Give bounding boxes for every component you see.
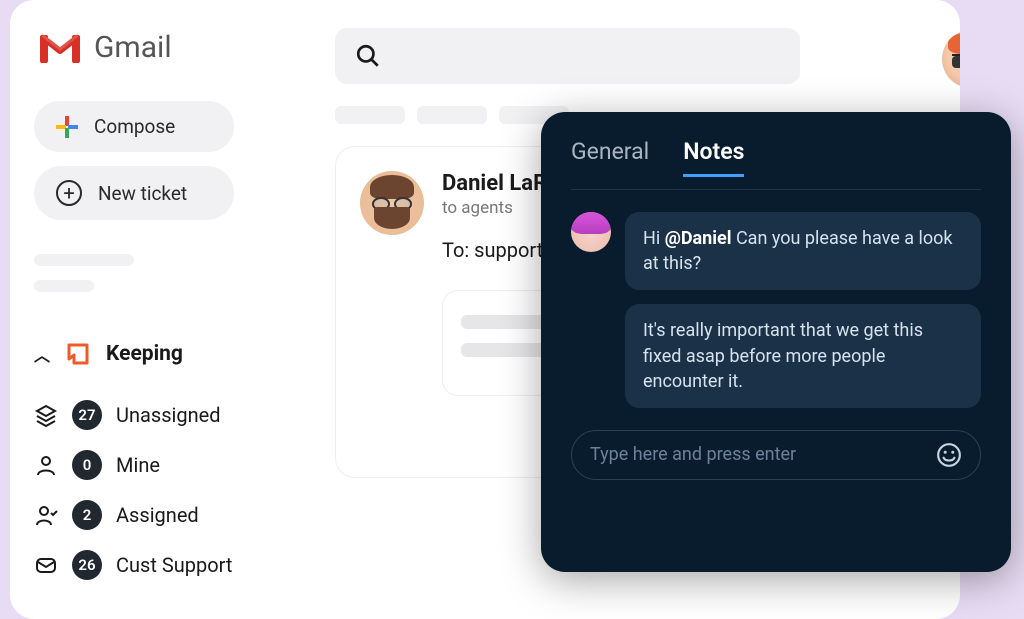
plus-icon [56,116,78,138]
user-avatar[interactable] [942,30,960,88]
count-badge: 0 [72,450,102,480]
folder-mine[interactable]: 0 Mine [34,440,291,490]
keeping-section-toggle[interactable]: ︿ Keeping [34,340,291,368]
note-text-pre: Hi [643,228,665,249]
search-icon [355,43,381,69]
sender-avatar [360,171,424,235]
envelope-icon [34,553,58,577]
note-row: Hi @Daniel Can you please have a look at… [571,212,981,290]
chevron-up-icon: ︿ [34,342,50,366]
sidebar: Gmail Compose + New ticket ︿ Keeping [10,0,315,619]
plus-circle-icon: + [56,180,82,206]
tab-notes[interactable]: Notes [683,138,744,175]
count-badge: 2 [72,500,102,530]
note-input[interactable]: Type here and press enter [571,430,981,480]
folder-label: Cust Support [116,553,232,577]
mention[interactable]: @Daniel [665,228,732,249]
note-author-avatar [571,212,611,252]
note-row: It's really important that we get this f… [571,304,981,408]
sidebar-placeholder [34,254,291,306]
emoji-icon[interactable] [936,442,962,468]
keeping-title: Keeping [106,342,183,366]
compose-button[interactable]: Compose [34,101,234,152]
folder-label: Mine [116,453,160,477]
panel-divider [571,189,981,190]
app-name: Gmail [94,30,172,65]
panel-tabs: General Notes [571,138,981,175]
stack-icon [34,403,58,427]
compose-label: Compose [94,115,175,138]
note-input-placeholder: Type here and press enter [590,444,796,465]
gmail-icon [38,31,82,65]
note-message: It's really important that we get this f… [625,304,981,408]
folder-cust-support[interactable]: 26 Cust Support [34,540,291,590]
folder-label: Unassigned [116,403,221,427]
count-badge: 27 [72,400,102,430]
keeping-icon [64,340,92,368]
count-badge: 26 [72,550,102,580]
person-icon [34,453,58,477]
folder-label: Assigned [116,503,199,527]
note-message: Hi @Daniel Can you please have a look at… [625,212,981,290]
logo-row: Gmail [34,30,291,65]
new-ticket-button[interactable]: + New ticket [34,166,234,220]
folder-unassigned[interactable]: 27 Unassigned [34,390,291,440]
notes-panel: General Notes Hi @Daniel Can you please … [541,112,1011,572]
tab-general[interactable]: General [571,138,649,175]
search-input[interactable] [335,28,800,84]
folder-assigned[interactable]: 2 Assigned [34,490,291,540]
new-ticket-label: New ticket [98,182,187,205]
person-check-icon [34,503,58,527]
